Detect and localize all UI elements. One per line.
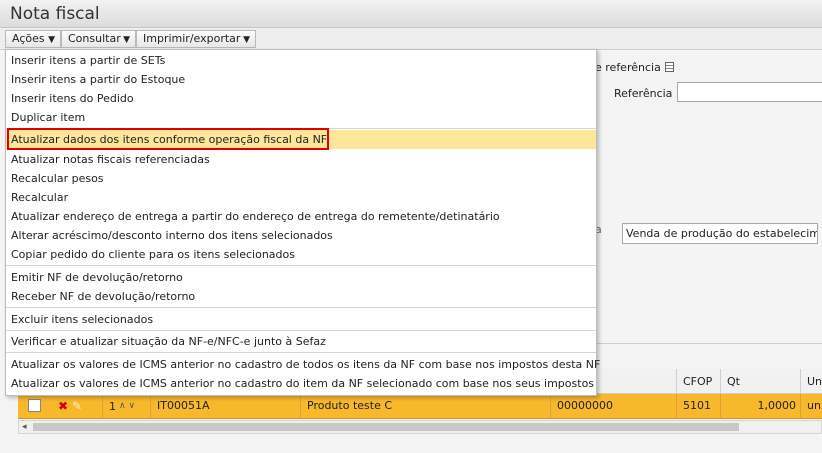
description-cell: Produto teste C bbox=[300, 394, 550, 419]
menu-separator bbox=[6, 352, 596, 353]
menu-item-icms-item-selecionado[interactable]: Atualizar os valores de ICMS anterior no… bbox=[6, 374, 596, 393]
acoes-menu-button[interactable]: Ações ▼ bbox=[5, 30, 61, 48]
menu-item-recalcular-pesos[interactable]: Recalcular pesos bbox=[6, 169, 596, 188]
menu-item-emitir-devolucao[interactable]: Emitir NF de devolução/retorno bbox=[6, 268, 596, 287]
menu-item-atualizar-endereco[interactable]: Atualizar endereço de entrega a partir d… bbox=[6, 207, 596, 226]
chevron-down-icon: ▼ bbox=[123, 35, 130, 45]
column-header-cfop[interactable]: CFOP bbox=[676, 369, 720, 394]
imprimir-exportar-menu-label: Imprimir/exportar bbox=[143, 32, 241, 45]
menu-separator bbox=[6, 307, 596, 308]
edit-pencil-icon[interactable]: ✎ bbox=[72, 394, 82, 419]
window-title: Nota fiscal bbox=[10, 4, 100, 24]
menu-separator bbox=[6, 265, 596, 266]
horizontal-scrollbar[interactable]: ◂ bbox=[18, 420, 822, 434]
menu-item-recalcular[interactable]: Recalcular bbox=[6, 188, 596, 207]
column-header-qt[interactable]: Qt bbox=[720, 369, 800, 394]
column-header-un[interactable]: Un bbox=[800, 369, 822, 394]
menu-item-excluir-itens[interactable]: Excluir itens selecionados bbox=[6, 310, 596, 329]
form-panel: e referência Referência a Venda de produ… bbox=[595, 51, 822, 351]
code-cell: IT00051A bbox=[150, 394, 300, 419]
referencia-checkbox-text: e referência bbox=[595, 61, 661, 74]
window-title-bar: Nota fiscal bbox=[0, 0, 822, 28]
menu-separator bbox=[6, 330, 596, 331]
menu-item-verificar-sefaz[interactable]: Verificar e atualizar situação da NF-e/N… bbox=[6, 332, 596, 351]
menu-item-copiar-pedido[interactable]: Copiar pedido do cliente para os itens s… bbox=[6, 245, 596, 264]
highlight-callout-box bbox=[7, 128, 329, 150]
qty-cell: 1,0000 bbox=[720, 394, 800, 419]
items-grid-header: CFOP Qt Un bbox=[596, 369, 822, 394]
scrollbar-thumb[interactable] bbox=[33, 423, 739, 431]
chevron-down-icon: ▼ bbox=[48, 35, 55, 45]
acoes-menu-label: Ações bbox=[12, 32, 45, 45]
referencia-checkbox-label[interactable]: e referência bbox=[595, 61, 674, 74]
natureza-operacao-input[interactable]: Venda de produção do estabelecime bbox=[622, 223, 818, 244]
unit-cell: un bbox=[800, 394, 822, 419]
referencia-label: Referência bbox=[614, 87, 673, 100]
menu-item-inserir-pedido[interactable]: Inserir itens do Pedido bbox=[6, 89, 596, 108]
consultar-menu-button[interactable]: Consultar ▼ bbox=[61, 30, 136, 48]
reorder-arrows-icon[interactable]: ∧ ∨ bbox=[119, 394, 135, 419]
delete-row-icon[interactable]: ✖ bbox=[58, 394, 68, 419]
cfop-cell: 5101 bbox=[676, 394, 720, 419]
table-row[interactable]: ✖ ✎ 1 ∧ ∨ IT00051A Produto teste C 00000… bbox=[18, 394, 822, 419]
menu-item-inserir-estoque[interactable]: Inserir itens a partir do Estoque bbox=[6, 70, 596, 89]
scroll-left-arrow-icon[interactable]: ◂ bbox=[22, 421, 27, 433]
chevron-down-icon: ▼ bbox=[243, 35, 250, 45]
menu-item-alterar-acrescimo[interactable]: Alterar acréscimo/desconto interno dos i… bbox=[6, 226, 596, 245]
row-select-checkbox[interactable] bbox=[28, 399, 41, 412]
referencia-input[interactable] bbox=[677, 82, 822, 102]
menu-item-inserir-sets[interactable]: Inserir itens a partir de SETs bbox=[6, 51, 596, 70]
imprimir-exportar-menu-button[interactable]: Imprimir/exportar ▼ bbox=[136, 30, 256, 48]
ncm-cell: 00000000 bbox=[550, 394, 676, 419]
consultar-menu-label: Consultar bbox=[68, 32, 121, 45]
section-divider bbox=[596, 343, 822, 344]
acoes-dropdown-menu: Inserir itens a partir de SETs Inserir i… bbox=[5, 49, 600, 396]
seq-value: 1 bbox=[109, 400, 116, 413]
menu-item-receber-devolucao[interactable]: Receber NF de devolução/retorno bbox=[6, 287, 596, 306]
menu-item-icms-todos-itens[interactable]: Atualizar os valores de ICMS anterior no… bbox=[6, 355, 600, 374]
toolbar: Ações ▼ Consultar ▼ Imprimir/exportar ▼ bbox=[0, 28, 822, 50]
menu-item-atualizar-referenciadas[interactable]: Atualizar notas fiscais referenciadas bbox=[6, 150, 596, 169]
document-icon bbox=[664, 62, 674, 72]
menu-item-duplicar[interactable]: Duplicar item bbox=[6, 108, 596, 127]
